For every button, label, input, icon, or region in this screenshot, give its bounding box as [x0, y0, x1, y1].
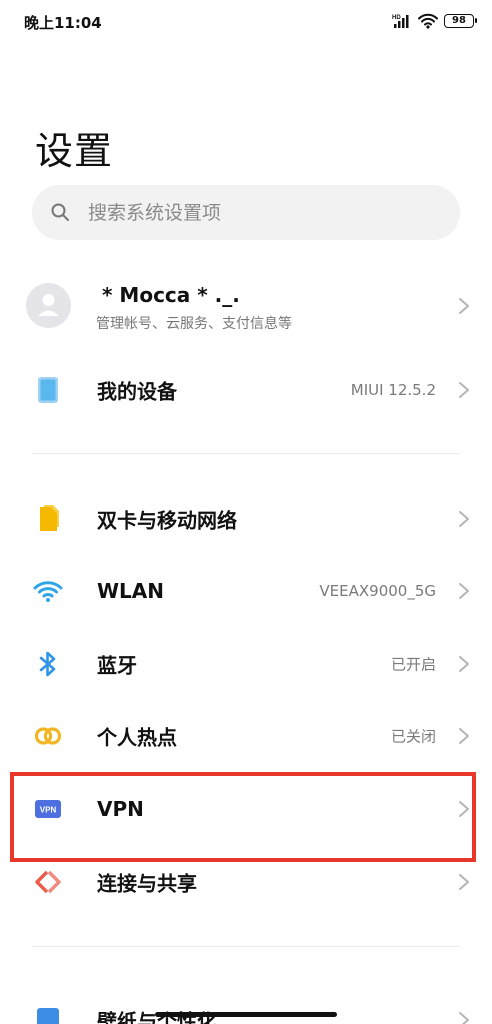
wallpaper-row[interactable]: 壁纸与个性化 — [0, 984, 492, 1024]
wifi-status-icon — [418, 13, 438, 29]
sim-network-label: 双卡与移动网络 — [97, 508, 237, 533]
profile-subtitle: 管理帐号、云服务、支付信息等 — [96, 316, 292, 332]
avatar-person-icon — [38, 294, 59, 316]
settings-screen: 晚上11:04 HD 98 设置 搜索系统设置项 * Mocca * ._. 管… — [0, 0, 492, 1024]
wlan-network-name: VEEAX9000_5G — [319, 582, 436, 600]
search-icon — [51, 203, 69, 221]
chevron-right-icon — [459, 874, 469, 890]
hotspot-row[interactable]: 个人热点 已关闭 — [0, 700, 492, 772]
hotspot-status: 已关闭 — [390, 727, 436, 746]
chevron-right-icon — [459, 656, 469, 672]
wallpaper-icon — [30, 1002, 66, 1024]
status-time: 晚上11:04 — [24, 14, 102, 32]
hd-label: HD — [392, 15, 401, 21]
chevron-right-icon — [459, 1012, 469, 1024]
hotspot-icon — [30, 718, 66, 754]
search-input[interactable] — [88, 185, 438, 240]
bluetooth-row[interactable]: 蓝牙 已开启 — [0, 628, 492, 700]
avatar — [26, 283, 71, 328]
sim-card-icon — [30, 501, 66, 537]
bluetooth-icon — [30, 646, 66, 682]
status-bar: 晚上11:04 HD 98 — [0, 0, 492, 44]
page-title: 设置 — [35, 129, 114, 173]
account-chevron-icon — [459, 298, 469, 314]
wlan-label: WLAN — [97, 579, 165, 603]
my-device-row[interactable]: 我的设备 MIUI 12.5.2 — [0, 354, 492, 426]
battery-icon: 98 — [444, 14, 477, 28]
vpn-highlight-box — [10, 772, 476, 862]
section-divider — [32, 946, 460, 947]
signal-icon: HD — [392, 15, 409, 28]
profile-name: * Mocca * ._. — [102, 283, 240, 307]
connection-sharing-label: 连接与共享 — [97, 871, 197, 896]
sim-network-row[interactable]: 双卡与移动网络 — [0, 483, 492, 555]
wlan-row[interactable]: WLAN VEEAX9000_5G — [0, 555, 492, 627]
home-indicator[interactable] — [155, 1012, 337, 1017]
wifi-icon — [30, 573, 66, 609]
chevron-right-icon — [459, 728, 469, 744]
connection-sharing-icon — [30, 864, 66, 900]
search-bar[interactable] — [32, 185, 460, 240]
device-icon — [30, 372, 66, 408]
section-divider — [32, 453, 460, 454]
status-icons: HD 98 — [392, 11, 477, 31]
chevron-right-icon — [459, 511, 469, 527]
chevron-right-icon — [459, 583, 469, 599]
chevron-right-icon — [459, 382, 469, 398]
bluetooth-status: 已开启 — [390, 655, 436, 674]
hotspot-label: 个人热点 — [97, 725, 177, 750]
bluetooth-label: 蓝牙 — [97, 653, 137, 678]
my-device-version: MIUI 12.5.2 — [350, 381, 436, 399]
my-device-label: 我的设备 — [97, 379, 177, 404]
